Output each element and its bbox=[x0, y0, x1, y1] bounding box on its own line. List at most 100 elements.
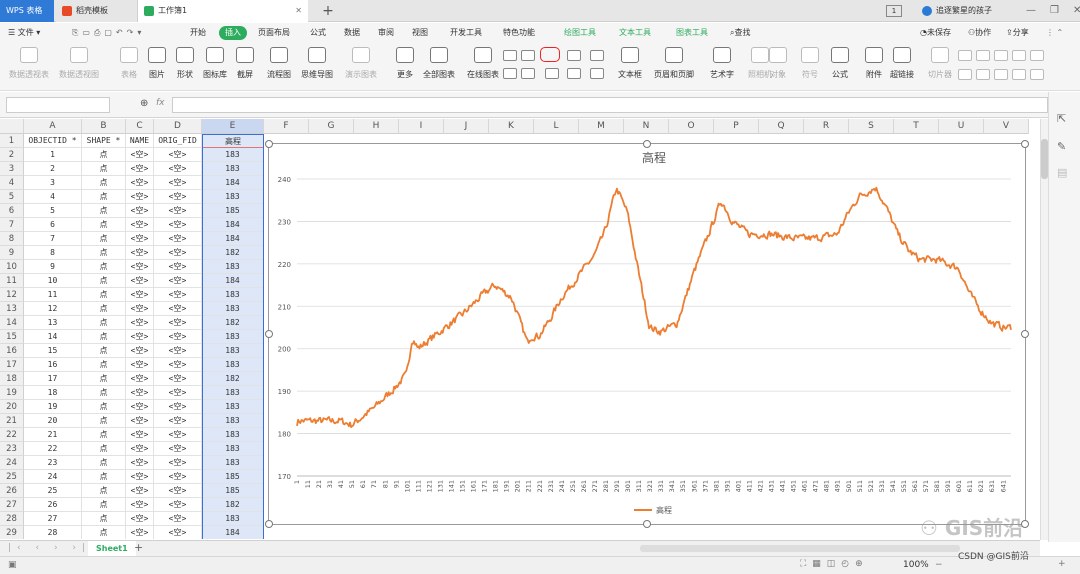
table-cell[interactable]: <空> bbox=[126, 456, 154, 470]
table-cell[interactable]: 点 bbox=[82, 470, 126, 484]
table-cell[interactable]: <空> bbox=[154, 218, 202, 232]
table-cell[interactable]: <空> bbox=[126, 372, 154, 386]
select-all-corner[interactable] bbox=[0, 119, 24, 134]
table-cell[interactable]: <空> bbox=[154, 428, 202, 442]
sheet-nav-arrows[interactable]: |‹ ‹ › ›| bbox=[8, 543, 91, 553]
row-header[interactable]: 2 bbox=[0, 148, 24, 162]
row-header[interactable]: 3 bbox=[0, 162, 24, 176]
table-cell[interactable]: <空> bbox=[126, 148, 154, 162]
menu-insert[interactable]: 插入 bbox=[219, 26, 247, 40]
row-header[interactable]: 4 bbox=[0, 176, 24, 190]
table-cell[interactable]: 182 bbox=[202, 316, 264, 330]
vertical-scrollbar[interactable] bbox=[1040, 119, 1048, 540]
table-cell[interactable]: 183 bbox=[202, 428, 264, 442]
table-cell[interactable]: 点 bbox=[82, 344, 126, 358]
close-icon[interactable]: ✕ bbox=[1073, 0, 1080, 22]
table-cell[interactable]: <空> bbox=[154, 162, 202, 176]
table-cell[interactable]: 183 bbox=[202, 344, 264, 358]
line-chart-icon[interactable] bbox=[540, 47, 560, 62]
table-cell[interactable]: 183 bbox=[202, 386, 264, 400]
resize-handle[interactable] bbox=[265, 330, 273, 338]
table-cell[interactable]: <空> bbox=[126, 358, 154, 372]
column-header[interactable]: M bbox=[579, 119, 624, 134]
table-cell[interactable]: 184 bbox=[202, 274, 264, 288]
column-header[interactable]: B bbox=[82, 119, 126, 134]
table-cell[interactable]: 183 bbox=[202, 456, 264, 470]
restore-icon[interactable]: ❐ bbox=[1050, 0, 1059, 22]
table-cell[interactable]: 15 bbox=[24, 344, 82, 358]
table-cell[interactable]: <空> bbox=[126, 526, 154, 539]
column-chart-icon[interactable] bbox=[503, 50, 517, 61]
table-cell[interactable]: 点 bbox=[82, 512, 126, 526]
table-cell[interactable]: <空> bbox=[154, 232, 202, 246]
table-cell[interactable]: 点 bbox=[82, 274, 126, 288]
table-cell[interactable]: 点 bbox=[82, 330, 126, 344]
column-header[interactable]: A bbox=[24, 119, 82, 134]
table-cell[interactable]: 点 bbox=[82, 232, 126, 246]
table-cell[interactable]: 点 bbox=[82, 260, 126, 274]
column-header[interactable]: E bbox=[202, 119, 264, 134]
table-cell[interactable]: <空> bbox=[154, 358, 202, 372]
table-cell[interactable]: 183 bbox=[202, 288, 264, 302]
table-cell[interactable]: 183 bbox=[202, 302, 264, 316]
resize-handle[interactable] bbox=[265, 140, 273, 148]
table-cell[interactable]: 3 bbox=[24, 176, 82, 190]
row-header[interactable]: 10 bbox=[0, 260, 24, 274]
table-cell[interactable]: <空> bbox=[154, 442, 202, 456]
ribbon-button-12[interactable]: 在线图表 bbox=[458, 47, 508, 80]
combo-chart-icon[interactable] bbox=[521, 68, 535, 79]
table-cell[interactable]: 184 bbox=[202, 232, 264, 246]
row-header[interactable]: 26 bbox=[0, 484, 24, 498]
row-header[interactable]: 16 bbox=[0, 344, 24, 358]
table-cell[interactable]: 点 bbox=[82, 386, 126, 400]
table-cell[interactable]: 183 bbox=[202, 414, 264, 428]
table-cell[interactable]: 13 bbox=[24, 316, 82, 330]
resize-handle[interactable] bbox=[643, 520, 651, 528]
menu-view[interactable]: 视图 bbox=[412, 23, 428, 43]
table-cell[interactable]: 7 bbox=[24, 232, 82, 246]
menu-drawing-tools[interactable]: 绘图工具 bbox=[564, 23, 596, 43]
table-cell[interactable]: <空> bbox=[126, 442, 154, 456]
table-cell[interactable]: 点 bbox=[82, 162, 126, 176]
column-header[interactable]: K bbox=[489, 119, 534, 134]
table-cell[interactable]: <空> bbox=[154, 414, 202, 428]
table-cell[interactable]: 21 bbox=[24, 428, 82, 442]
table-cell[interactable]: 点 bbox=[82, 372, 126, 386]
table-cell[interactable]: 26 bbox=[24, 498, 82, 512]
ribbon-small-icon[interactable] bbox=[976, 50, 990, 61]
table-cell[interactable]: <空> bbox=[154, 386, 202, 400]
table-cell[interactable]: <空> bbox=[154, 498, 202, 512]
column-header[interactable]: P bbox=[714, 119, 759, 134]
scroll-thumb[interactable] bbox=[1041, 139, 1048, 179]
table-cell[interactable]: <空> bbox=[154, 344, 202, 358]
table-cell[interactable]: 点 bbox=[82, 288, 126, 302]
table-cell[interactable]: <空> bbox=[126, 330, 154, 344]
row-header[interactable]: 27 bbox=[0, 498, 24, 512]
table-cell[interactable]: 12 bbox=[24, 302, 82, 316]
table-cell[interactable]: 16 bbox=[24, 358, 82, 372]
zoom-in-button[interactable]: + bbox=[1058, 559, 1066, 569]
ribbon-small-icon[interactable] bbox=[1012, 69, 1026, 80]
row-header[interactable]: 25 bbox=[0, 470, 24, 484]
file-menu[interactable]: ☰ 文件 ▾ bbox=[8, 23, 40, 43]
column-title-cell[interactable]: 高程 bbox=[202, 134, 264, 148]
table-cell[interactable]: 点 bbox=[82, 428, 126, 442]
table-cell[interactable]: 25 bbox=[24, 484, 82, 498]
row-header[interactable]: 29 bbox=[0, 526, 24, 539]
table-cell[interactable]: 点 bbox=[82, 148, 126, 162]
table-cell[interactable]: <空> bbox=[126, 232, 154, 246]
table-cell[interactable]: <空> bbox=[154, 372, 202, 386]
row-header[interactable]: 1 bbox=[0, 134, 24, 148]
menu-formula[interactable]: 公式 bbox=[310, 23, 326, 43]
table-cell[interactable]: 18 bbox=[24, 386, 82, 400]
column-header[interactable]: D bbox=[154, 119, 202, 134]
column-title-cell[interactable]: SHAPE * bbox=[82, 134, 126, 148]
column-title-cell[interactable]: NAME bbox=[126, 134, 154, 148]
row-header[interactable]: 22 bbox=[0, 428, 24, 442]
tab-workbook[interactable]: 工作簿1 ✕ bbox=[138, 0, 308, 22]
table-cell[interactable]: 1 bbox=[24, 148, 82, 162]
table-cell[interactable]: 点 bbox=[82, 218, 126, 232]
column-header[interactable]: N bbox=[624, 119, 669, 134]
table-cell[interactable]: 28 bbox=[24, 526, 82, 539]
fx-icon[interactable]: fx bbox=[156, 98, 165, 108]
